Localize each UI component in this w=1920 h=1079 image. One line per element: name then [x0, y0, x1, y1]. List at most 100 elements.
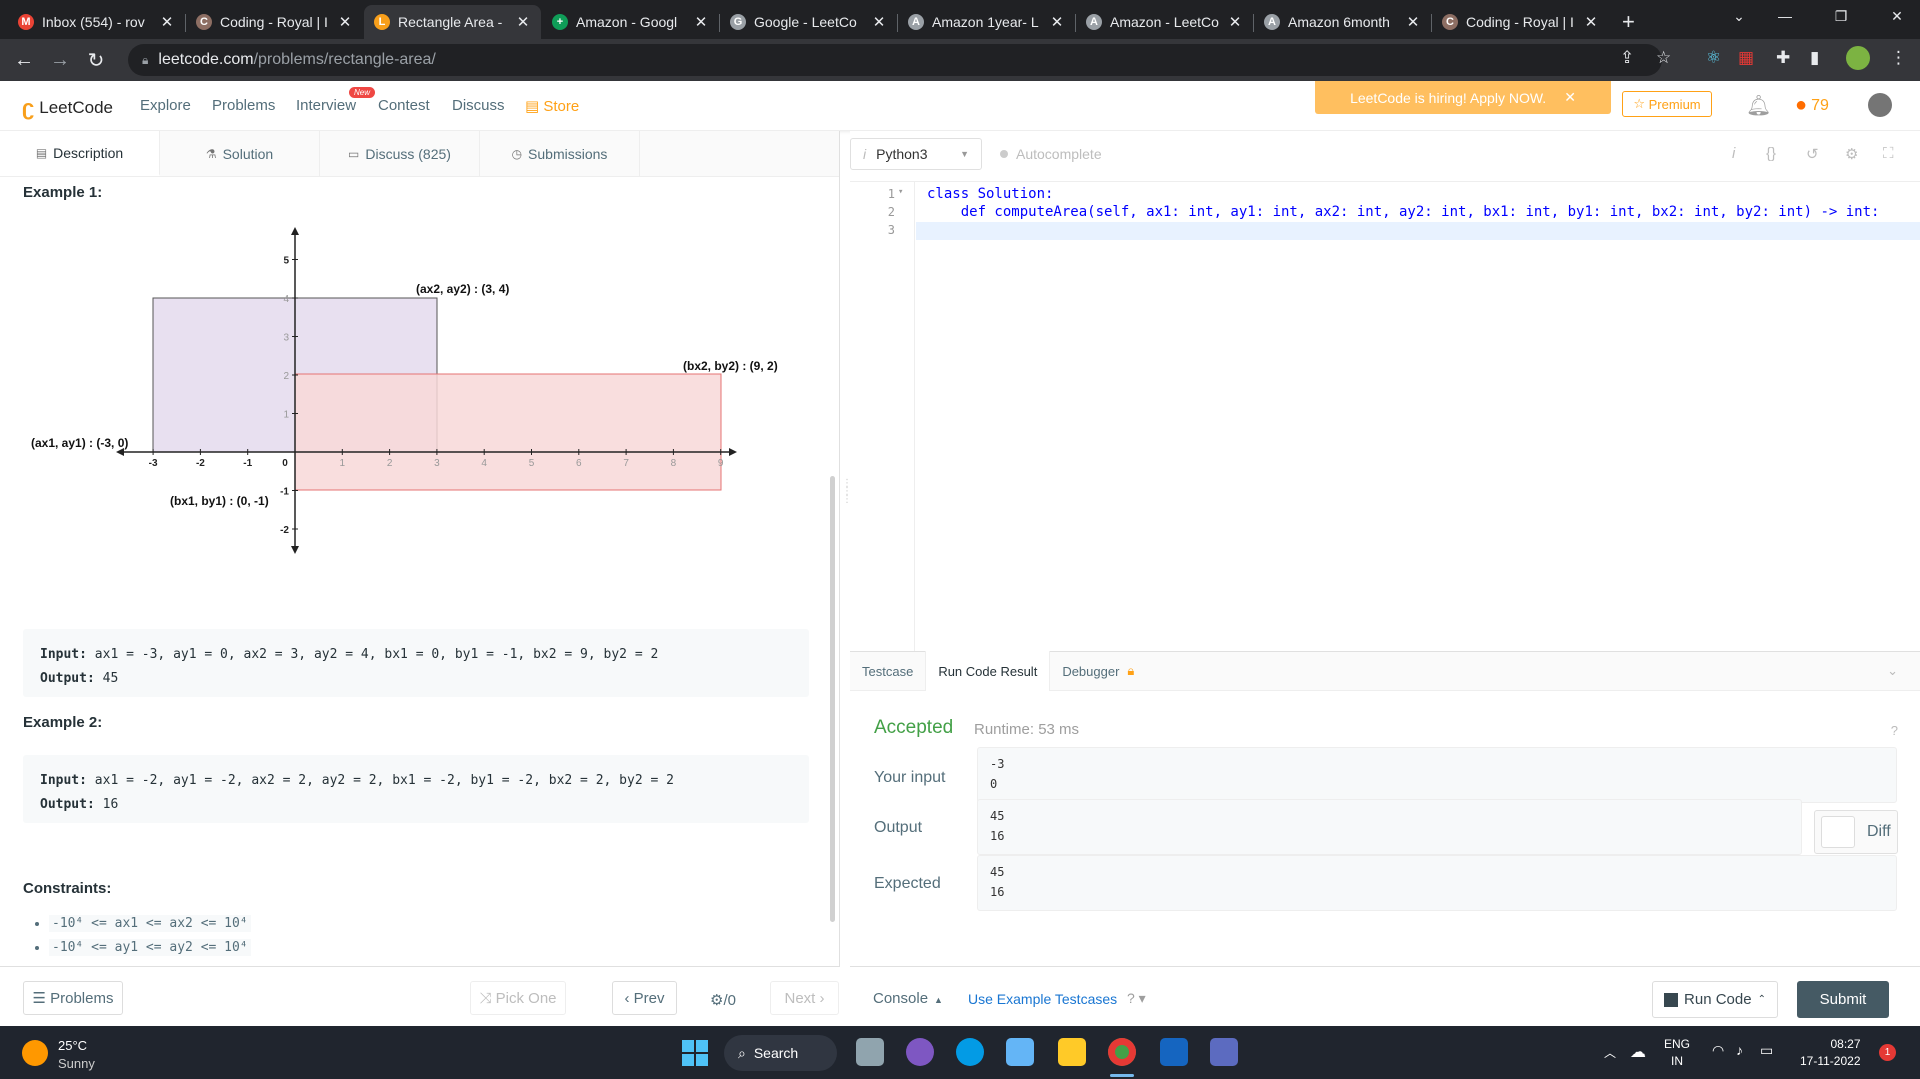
wifi-icon[interactable]: ◠: [1712, 1042, 1724, 1059]
help-circle-icon[interactable]: ? ▾: [1127, 990, 1146, 1007]
teams-chat-icon[interactable]: [906, 1038, 934, 1066]
browser-tab[interactable]: A Amazon - LeetCo ✕: [1075, 5, 1253, 39]
nav-discuss[interactable]: Discuss: [452, 97, 505, 114]
reset-icon[interactable]: ↺: [1806, 145, 1819, 163]
code-editor[interactable]: 1 ▾ 2 3 class Solution: def computeArea(…: [850, 181, 1920, 652]
weather-sun-icon[interactable]: [22, 1040, 48, 1066]
tab-debugger[interactable]: Debugger 🔒︎: [1050, 651, 1146, 691]
next-button[interactable]: Next ›: [770, 981, 839, 1015]
clock[interactable]: 08:27 17-11-2022: [1800, 1036, 1861, 1070]
submit-button[interactable]: Submit: [1797, 981, 1889, 1018]
browser-tab[interactable]: C Coding - Royal | I ✕: [1431, 5, 1609, 39]
close-tab-icon[interactable]: ✕: [693, 13, 709, 31]
browser-tab[interactable]: C Coding - Royal | I ✕: [185, 5, 363, 39]
tab-discuss[interactable]: ▭ Discuss (825): [320, 131, 480, 176]
use-example-testcases-link[interactable]: Use Example Testcases: [968, 991, 1117, 1007]
edge-icon[interactable]: [956, 1038, 984, 1066]
browser-tab[interactable]: M Inbox (554) - rov ✕: [8, 5, 185, 39]
line-number: 1: [887, 187, 895, 201]
tab-run-code-result[interactable]: Run Code Result: [925, 651, 1051, 691]
collapse-chevron-icon[interactable]: ⌄: [1887, 663, 1898, 679]
volume-icon[interactable]: ♪: [1736, 1042, 1743, 1058]
info-icon[interactable]: i: [1732, 145, 1735, 162]
notification-bell-icon[interactable]: 🔔︎: [1746, 93, 1771, 118]
fullscreen-icon[interactable]: ⛶: [1883, 145, 1894, 162]
autocomplete-toggle[interactable]: Autocomplete: [1000, 146, 1102, 162]
nav-interview[interactable]: Interview: [296, 97, 356, 114]
tab-search-icon[interactable]: ⌄: [1716, 0, 1762, 32]
close-tab-icon[interactable]: ✕: [1049, 13, 1065, 31]
profile-avatar[interactable]: [1846, 46, 1870, 70]
windows-start-icon[interactable]: [682, 1040, 708, 1066]
tab-testcase[interactable]: Testcase: [850, 651, 925, 691]
close-tab-icon[interactable]: ✕: [1583, 13, 1599, 31]
close-banner-icon[interactable]: ✕: [1564, 89, 1576, 106]
nav-problems[interactable]: Problems: [212, 97, 275, 114]
address-bar[interactable]: 🔒︎ leetcode.com/problems/rectangle-area/: [128, 44, 1662, 76]
share-icon[interactable]: ⇪: [1620, 48, 1634, 68]
browser-menu-icon[interactable]: ⋮: [1890, 48, 1907, 68]
weather-widget[interactable]: 25°C Sunny: [58, 1037, 95, 1073]
browser-tab[interactable]: G Google - LeetCo ✕: [719, 5, 897, 39]
user-avatar[interactable]: [1868, 93, 1892, 117]
language-indicator[interactable]: ENG IN: [1664, 1036, 1690, 1070]
notification-badge[interactable]: 1: [1879, 1044, 1896, 1061]
new-tab-button[interactable]: +: [1610, 5, 1647, 39]
restore-icon[interactable]: ❐: [1818, 0, 1864, 32]
tab-solution[interactable]: ⚗ Solution: [160, 131, 320, 176]
reload-icon[interactable]: ↻: [78, 48, 114, 73]
close-tab-icon[interactable]: ✕: [515, 13, 531, 31]
nav-contest[interactable]: Contest: [378, 97, 430, 114]
extensions-puzzle-icon[interactable]: ✚: [1776, 48, 1790, 68]
bookmark-star-icon[interactable]: ☆: [1656, 48, 1671, 68]
fold-icon[interactable]: ▾: [898, 187, 903, 197]
tab-description[interactable]: ▤ Description: [0, 131, 160, 176]
forward-icon[interactable]: →: [42, 49, 78, 72]
close-tab-icon[interactable]: ✕: [337, 13, 353, 31]
taskbar-search[interactable]: ⌕ Search: [724, 1035, 837, 1071]
minimize-icon[interactable]: —: [1762, 0, 1808, 32]
help-icon[interactable]: ?: [1891, 723, 1898, 738]
leetcode-logo[interactable]: ʗ LeetCode: [22, 95, 113, 121]
chrome-icon[interactable]: [1108, 1038, 1136, 1066]
hiring-banner[interactable]: LeetCode is hiring! Apply NOW. ✕: [1315, 81, 1611, 114]
pane-resize-handle[interactable]: ⋮ ⋮ ⋮: [842, 479, 852, 540]
description-scrollbar[interactable]: [830, 476, 835, 922]
tray-chevron-icon[interactable]: ︿: [1604, 1044, 1616, 1061]
task-view-icon[interactable]: [856, 1038, 884, 1066]
react-extension-icon[interactable]: ⚛: [1706, 48, 1721, 68]
run-code-button[interactable]: Run Code ⌃: [1652, 981, 1778, 1018]
problems-list-button[interactable]: ☰ Problems: [23, 981, 123, 1015]
settings-icon[interactable]: ⚙: [1845, 145, 1858, 163]
close-tab-icon[interactable]: ✕: [159, 13, 175, 31]
close-tab-icon[interactable]: ✕: [871, 13, 887, 31]
browser-tab[interactable]: + Amazon - Googl ✕: [542, 5, 719, 39]
battery-icon[interactable]: ▭: [1760, 1042, 1773, 1059]
braces-icon[interactable]: {}: [1766, 145, 1776, 162]
browser-tab[interactable]: L Rectangle Area - ✕: [364, 5, 541, 39]
nav-explore[interactable]: Explore: [140, 97, 191, 114]
streak-counter[interactable]: ● 79: [1795, 94, 1829, 117]
extension-badge-icon[interactable]: ▦: [1738, 48, 1754, 68]
side-panel-icon[interactable]: ▮: [1810, 48, 1819, 68]
back-icon[interactable]: ←: [6, 49, 42, 72]
diff-switch[interactable]: [1821, 816, 1855, 848]
diff-toggle[interactable]: Diff: [1814, 810, 1898, 854]
close-tab-icon[interactable]: ✕: [1405, 13, 1421, 31]
teams-icon[interactable]: [1210, 1038, 1238, 1066]
console-toggle[interactable]: Console ▲: [873, 990, 943, 1007]
language-select[interactable]: i Python3 ▼: [850, 138, 982, 170]
close-tab-icon[interactable]: ✕: [1227, 13, 1243, 31]
browser-tab[interactable]: A Amazon 1year- L ✕: [897, 5, 1075, 39]
close-window-icon[interactable]: ✕: [1874, 0, 1920, 32]
file-explorer-icon[interactable]: [1058, 1038, 1086, 1066]
prev-button[interactable]: ‹ Prev: [612, 981, 677, 1015]
premium-button[interactable]: ☆ Premium: [1622, 91, 1712, 117]
tab-submissions[interactable]: ◷ Submissions: [480, 131, 640, 176]
outlook-icon[interactable]: [1160, 1038, 1188, 1066]
nav-store[interactable]: ▤ Store: [525, 97, 579, 115]
photos-icon[interactable]: [1006, 1038, 1034, 1066]
browser-tab[interactable]: A Amazon 6month ✕: [1253, 5, 1431, 39]
pick-one-button[interactable]: ⤨ Pick One: [470, 981, 566, 1015]
onedrive-cloud-icon[interactable]: ☁: [1630, 1042, 1646, 1062]
